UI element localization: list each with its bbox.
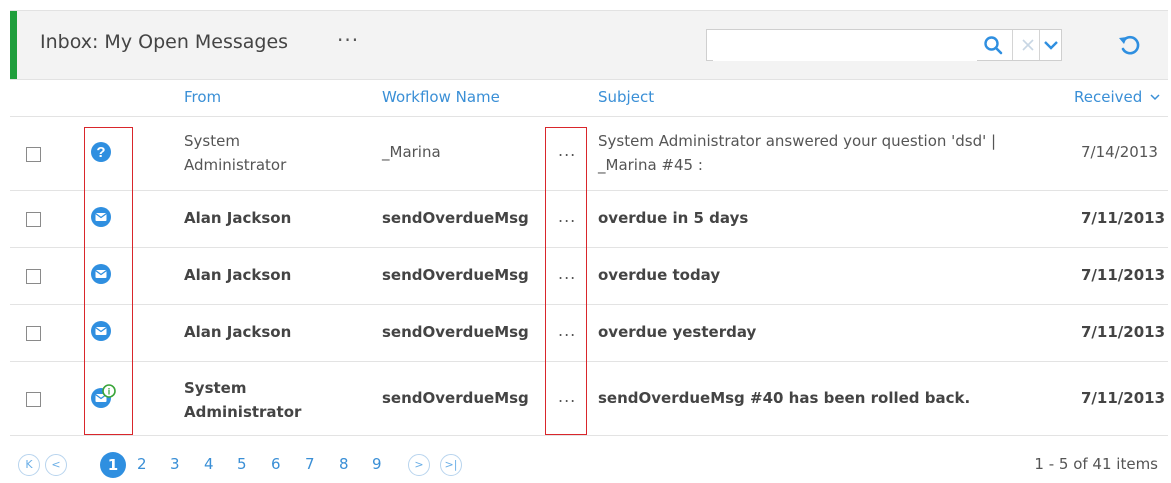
from-cell: System Administrator xyxy=(184,376,301,424)
page-link[interactable]: 6 xyxy=(271,455,281,473)
current-page[interactable]: 1 xyxy=(100,452,126,478)
header-accent-bar xyxy=(10,11,17,79)
from-line: System xyxy=(184,379,247,397)
from-line: Administrator xyxy=(184,156,287,174)
subject-cell[interactable]: overdue today xyxy=(598,266,720,284)
inbox-title: Inbox: My Open Messages xyxy=(40,31,289,53)
received-cell: 7/11/2013 xyxy=(1081,389,1166,407)
more-column-highlight xyxy=(545,127,587,435)
received-cell: 7/11/2013 xyxy=(1081,266,1166,284)
search-divider xyxy=(1012,30,1013,60)
workflow-cell[interactable]: sendOverdueMsg xyxy=(382,323,529,341)
from-cell: Alan Jackson xyxy=(184,266,292,284)
subject-cell[interactable]: overdue in 5 days xyxy=(598,209,748,227)
column-from[interactable]: From xyxy=(184,88,221,106)
column-subject[interactable]: Subject xyxy=(598,88,654,106)
first-page-button[interactable]: K xyxy=(18,454,40,476)
sort-desc-icon xyxy=(1150,94,1160,101)
last-page-button[interactable]: >| xyxy=(440,454,462,476)
column-received-label: Received xyxy=(1074,88,1143,106)
refresh-icon[interactable] xyxy=(1115,30,1145,60)
from-cell: Alan Jackson xyxy=(184,323,292,341)
header-more-button[interactable]: ··· xyxy=(337,28,359,52)
row-checkbox[interactable] xyxy=(26,392,41,407)
row-checkbox[interactable] xyxy=(26,269,41,284)
subject-line: System Administrator answered your quest… xyxy=(598,132,997,150)
row-checkbox[interactable] xyxy=(26,212,41,227)
subject-cell[interactable]: overdue yesterday xyxy=(598,323,756,341)
received-cell: 7/14/2013 xyxy=(1081,143,1158,161)
table-row[interactable]: i System Administrator sendOverdueMsg ..… xyxy=(10,362,1168,436)
subject-line: _Marina #45 : xyxy=(598,156,703,174)
workflow-cell[interactable]: _Marina xyxy=(382,143,441,161)
table-row[interactable]: Alan Jackson sendOverdueMsg ... overdue … xyxy=(10,248,1168,305)
pager-info: 1 - 5 of 41 items xyxy=(1034,455,1158,473)
search-input[interactable] xyxy=(713,31,977,61)
table-row[interactable]: Alan Jackson sendOverdueMsg ... overdue … xyxy=(10,191,1168,248)
column-workflow-name[interactable]: Workflow Name xyxy=(382,88,500,106)
received-cell: 7/11/2013 xyxy=(1081,209,1166,227)
search-box xyxy=(706,29,1062,61)
search-icon[interactable] xyxy=(982,34,1004,56)
table-row[interactable]: ? System Administrator _Marina ... Syste… xyxy=(10,117,1168,191)
column-received[interactable]: Received xyxy=(1074,88,1161,106)
row-checkbox[interactable] xyxy=(26,147,41,162)
workflow-cell[interactable]: sendOverdueMsg xyxy=(382,266,529,284)
subject-cell[interactable]: System Administrator answered your quest… xyxy=(598,129,996,177)
icon-column-highlight xyxy=(84,127,133,435)
inbox-header: Inbox: My Open Messages ··· xyxy=(10,10,1168,80)
prev-page-button[interactable]: < xyxy=(45,454,67,476)
workflow-cell[interactable]: sendOverdueMsg xyxy=(382,389,529,407)
page-link[interactable]: 5 xyxy=(237,455,247,473)
workflow-cell[interactable]: sendOverdueMsg xyxy=(382,209,529,227)
page-link[interactable]: 4 xyxy=(204,455,214,473)
from-cell: Alan Jackson xyxy=(184,209,292,227)
next-page-button[interactable]: > xyxy=(408,454,430,476)
clear-icon[interactable] xyxy=(1019,36,1037,54)
page-link[interactable]: 2 xyxy=(137,455,147,473)
page-link[interactable]: 7 xyxy=(305,455,315,473)
page-link[interactable]: 9 xyxy=(372,455,382,473)
page-link[interactable]: 3 xyxy=(170,455,180,473)
from-cell: System Administrator xyxy=(184,129,286,177)
table-row[interactable]: Alan Jackson sendOverdueMsg ... overdue … xyxy=(10,305,1168,362)
from-line: System xyxy=(184,132,240,150)
page-link[interactable]: 8 xyxy=(339,455,349,473)
chevron-down-icon[interactable] xyxy=(1040,34,1062,56)
from-line: Administrator xyxy=(184,403,302,421)
pagination: K < 1 2 3 4 5 6 7 8 9 > >| 1 - 5 of 41 i… xyxy=(10,444,1168,480)
row-checkbox[interactable] xyxy=(26,326,41,341)
received-cell: 7/11/2013 xyxy=(1081,323,1166,341)
subject-cell[interactable]: sendOverdueMsg #40 has been rolled back. xyxy=(598,389,970,407)
